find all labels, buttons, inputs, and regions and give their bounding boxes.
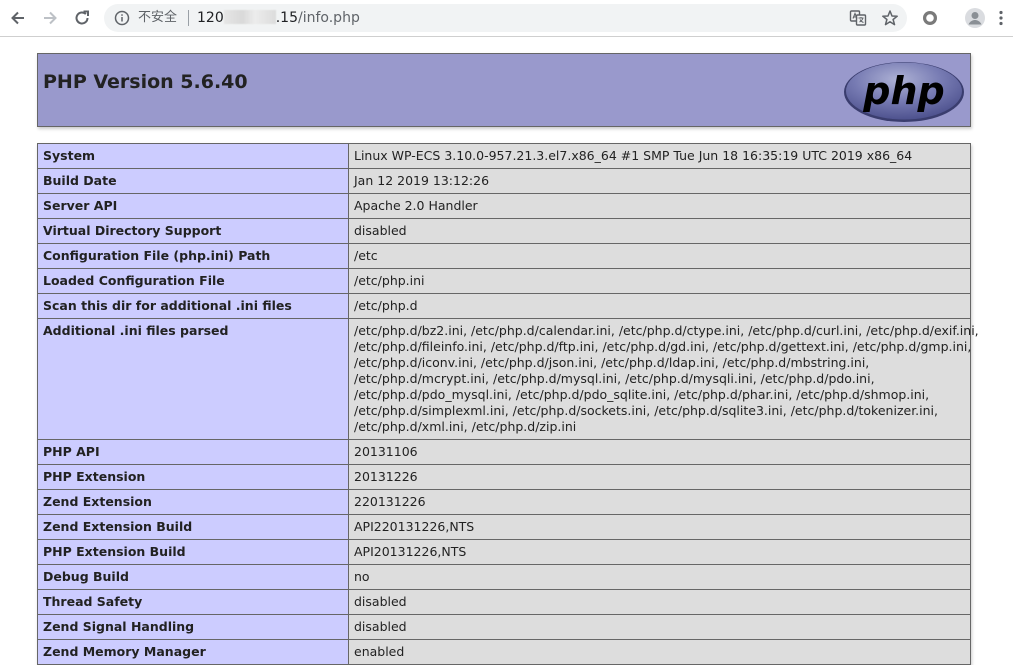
row-label: Build Date (37, 168, 349, 194)
profile-icon (965, 8, 985, 28)
row-label: PHP Extension (37, 464, 349, 490)
extension-icon (923, 11, 937, 25)
profile-button[interactable] (962, 5, 988, 31)
security-label: 不安全 (138, 10, 178, 25)
url-path: /info.php (298, 10, 360, 26)
table-row: Configuration File (php.ini) Path/etc (37, 243, 971, 269)
row-label: Loaded Configuration File (37, 268, 349, 294)
reload-icon (75, 10, 89, 25)
omnibox-separator (188, 10, 189, 26)
php-logo-icon[interactable]: php (843, 59, 965, 123)
row-value: disabled (348, 218, 971, 244)
forward-button[interactable] (37, 5, 63, 31)
row-label: Configuration File (php.ini) Path (37, 243, 349, 269)
url-text[interactable]: 120 .15/info.php (197, 9, 360, 27)
table-row: Loaded Configuration File/etc/php.ini (37, 268, 971, 294)
row-value: /etc/php.ini (348, 268, 971, 294)
browser-toolbar: 不安全 120 .15/info.php (0, 0, 1013, 37)
star-icon[interactable] (881, 9, 899, 27)
table-row: Virtual Directory Support disabled (37, 218, 971, 244)
row-value: 20131226 (348, 464, 971, 490)
table-row: Zend Memory Manager enabled (37, 639, 971, 665)
back-button[interactable] (5, 5, 31, 31)
back-icon (11, 11, 24, 25)
info-table: System Linux WP-ECS 3.10.0-957.21.3.el7.x… (37, 143, 979, 665)
extension-button[interactable] (917, 5, 943, 31)
row-value: API20131226,NTS (348, 539, 971, 565)
table-row: Thread Safety disabled (37, 589, 971, 615)
reload-button[interactable] (69, 5, 95, 31)
row-label: PHP API (37, 439, 349, 465)
row-value-line: /etc/php.d/mcrypt.ini, /etc/php.d/mysql.… (354, 371, 875, 386)
row-label: Zend Extension Build (37, 514, 349, 540)
table-row: Zend Signal Handling disabled (37, 614, 971, 640)
row-value: disabled (348, 614, 971, 640)
row-label: Zend Extension (37, 489, 349, 515)
row-value-line: /etc/php.d/pdo_mysql.ini, /etc/php.d/pdo… (354, 387, 930, 402)
url-redacted-part (223, 10, 276, 24)
row-value-line: /etc/php.d/bz2.ini, /etc/php.d/calendar.… (354, 323, 979, 338)
row-label: Server API (37, 193, 349, 219)
row-value: /etc/php.d (348, 293, 971, 319)
table-row: System Linux WP-ECS 3.10.0-957.21.3.el7.x… (37, 143, 971, 169)
forward-icon (44, 11, 57, 25)
table-row: Server API Apache 2.0 Handler (37, 193, 971, 219)
row-label: Debug Build (37, 564, 349, 590)
row-value: enabled (348, 639, 971, 665)
row-label: Zend Memory Manager (37, 639, 349, 665)
row-label: Scan this dir for additional .ini files (37, 293, 349, 319)
row-value: disabled (348, 589, 971, 615)
row-value: 20131106 (348, 439, 971, 465)
row-value: Apache 2.0 Handler (348, 193, 971, 219)
url-host-prefix: 120 (197, 10, 224, 26)
address-bar[interactable]: 不安全 120 .15/info.php (104, 4, 907, 32)
row-label: Zend Signal Handling (37, 614, 349, 640)
table-row: PHP Extension Build API20131226,NTS (37, 539, 971, 565)
row-label: Additional .ini files parsed (37, 318, 349, 440)
row-value: no (348, 564, 971, 590)
translate-icon[interactable] (849, 9, 867, 27)
table-row: Zend Extension 220131226 (37, 489, 971, 515)
table-row: Scan this dir for additional .ini files /… (37, 293, 971, 319)
row-label: System (37, 143, 349, 169)
row-value-line: /etc/php.d/simplexml.ini, /etc/php.d/soc… (354, 403, 938, 418)
row-value: /etc (348, 243, 971, 269)
row-value-line: /etc/php.d/iconv.ini, /etc/php.d/json.in… (354, 355, 870, 370)
phpinfo-container: PHP Version 5.6.40 php (37, 53, 971, 127)
menu-icon (999, 10, 1003, 26)
php-logo-text: php (862, 69, 944, 113)
row-label: Virtual Directory Support (37, 218, 349, 244)
table-row: Additional .ini files parsed/etc/php.d/b… (37, 318, 979, 440)
url-host-suffix: .15 (275, 10, 298, 26)
row-value-line: /etc/php.d/xml.ini, /etc/php.d/zip.ini (354, 419, 577, 434)
table-row: Build Date Jan 12 2019 13:12:26 (37, 168, 971, 194)
row-value-line: /etc/php.d/fileinfo.ini, /etc/php.d/ftp.… (354, 339, 972, 354)
menu-button[interactable] (994, 5, 1008, 31)
row-value: Jan 12 2019 13:12:26 (348, 168, 971, 194)
row-label: PHP Extension Build (37, 539, 349, 565)
page-title: PHP Version 5.6.40 (43, 71, 248, 93)
row-value: API220131226,NTS (348, 514, 971, 540)
phpinfo-header: PHP Version 5.6.40 php (37, 53, 971, 127)
table-row: PHP API 20131106 (37, 439, 971, 465)
table-row: Zend Extension Build API220131226,NTS (37, 514, 971, 540)
row-label: Thread Safety (37, 589, 349, 615)
table-row: Debug Build no (37, 564, 971, 590)
table-row: PHP Extension 20131226 (37, 464, 971, 490)
row-value: /etc/php.d/bz2.ini, /etc/php.d/calendar.… (348, 318, 979, 440)
row-value: 220131226 (348, 489, 971, 515)
row-value: Linux WP-ECS 3.10.0-957.21.3.el7.x86_64 … (348, 143, 971, 169)
info-icon[interactable] (114, 10, 130, 26)
